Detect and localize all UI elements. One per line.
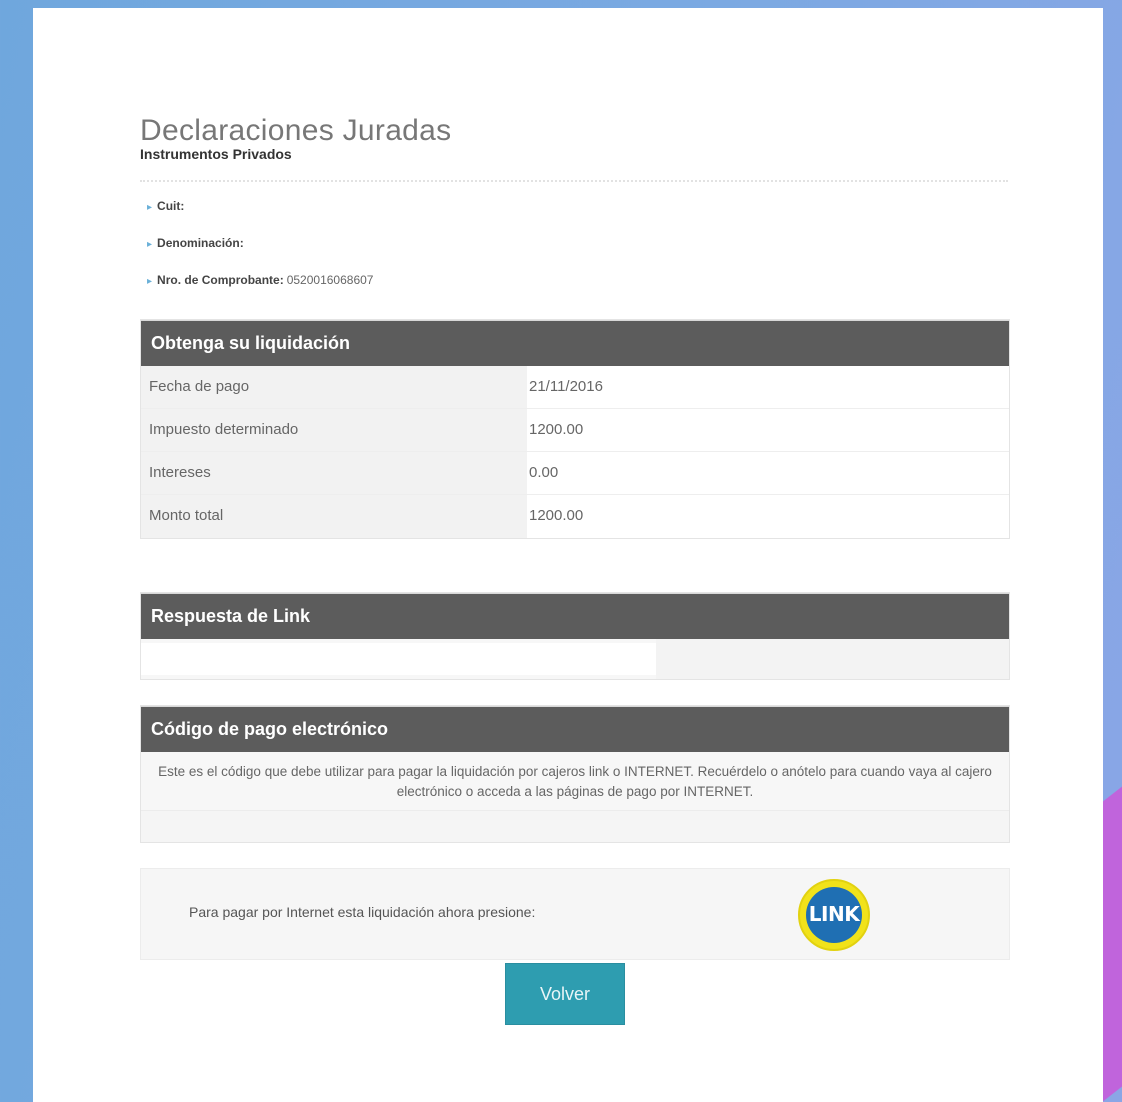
row-label: Intereses — [141, 452, 527, 494]
row-label: Impuesto determinado — [141, 409, 527, 451]
info-cuit-label: Cuit: — [157, 199, 185, 213]
row-value: 1200.00 — [527, 495, 1009, 538]
info-cuit: ▸ Cuit: — [147, 199, 187, 213]
row-value: 0.00 — [527, 452, 1009, 494]
info-denominacion: ▸ Denominación: — [147, 236, 247, 250]
title-divider — [140, 180, 1008, 182]
info-comprobante-value: 0520016068607 — [286, 273, 374, 287]
table-row: Intereses 0.00 — [141, 452, 1009, 495]
row-label: Fecha de pago — [141, 366, 527, 408]
link-response-value — [141, 643, 656, 675]
link-response-header: Respuesta de Link — [141, 593, 1009, 639]
link-response-body — [141, 639, 1009, 679]
info-comprobante: ▸ Nro. de Comprobante: 0520016068607 — [147, 273, 373, 287]
volver-button[interactable]: Volver — [505, 963, 625, 1025]
page-subtitle: Instrumentos Privados — [140, 146, 292, 162]
table-row: Impuesto determinado 1200.00 — [141, 409, 1009, 452]
link-logo-text: LINK — [806, 887, 862, 943]
page-title: Declaraciones Juradas — [140, 114, 452, 147]
codigo-pago-value — [141, 810, 1009, 842]
link-response-section: Respuesta de Link — [140, 592, 1010, 680]
codigo-pago-description: Este es el código que debe utilizar para… — [141, 752, 1009, 810]
bullet-icon: ▸ — [147, 276, 153, 287]
codigo-pago-section: Código de pago electrónico Este es el có… — [140, 705, 1010, 843]
link-pagos-logo-icon[interactable]: LINK — [798, 879, 870, 951]
row-value: 1200.00 — [527, 409, 1009, 451]
main-panel: Declaraciones Juradas Instrumentos Priva… — [33, 8, 1103, 1102]
pago-internet-box: Para pagar por Internet esta liquidación… — [140, 868, 1010, 960]
bullet-icon: ▸ — [147, 239, 153, 250]
liquidacion-header: Obtenga su liquidación — [141, 320, 1009, 366]
bullet-icon: ▸ — [147, 202, 153, 213]
pago-internet-text: Para pagar por Internet esta liquidación… — [189, 904, 536, 920]
row-label: Monto total — [141, 495, 527, 538]
table-row: Fecha de pago 21/11/2016 — [141, 366, 1009, 409]
row-value: 21/11/2016 — [527, 366, 1009, 408]
liquidacion-section: Obtenga su liquidación Fecha de pago 21/… — [140, 319, 1010, 539]
table-row: Monto total 1200.00 — [141, 495, 1009, 538]
info-denominacion-label: Denominación: — [157, 236, 244, 250]
info-comprobante-label: Nro. de Comprobante: — [157, 273, 284, 287]
codigo-pago-header: Código de pago electrónico — [141, 706, 1009, 752]
